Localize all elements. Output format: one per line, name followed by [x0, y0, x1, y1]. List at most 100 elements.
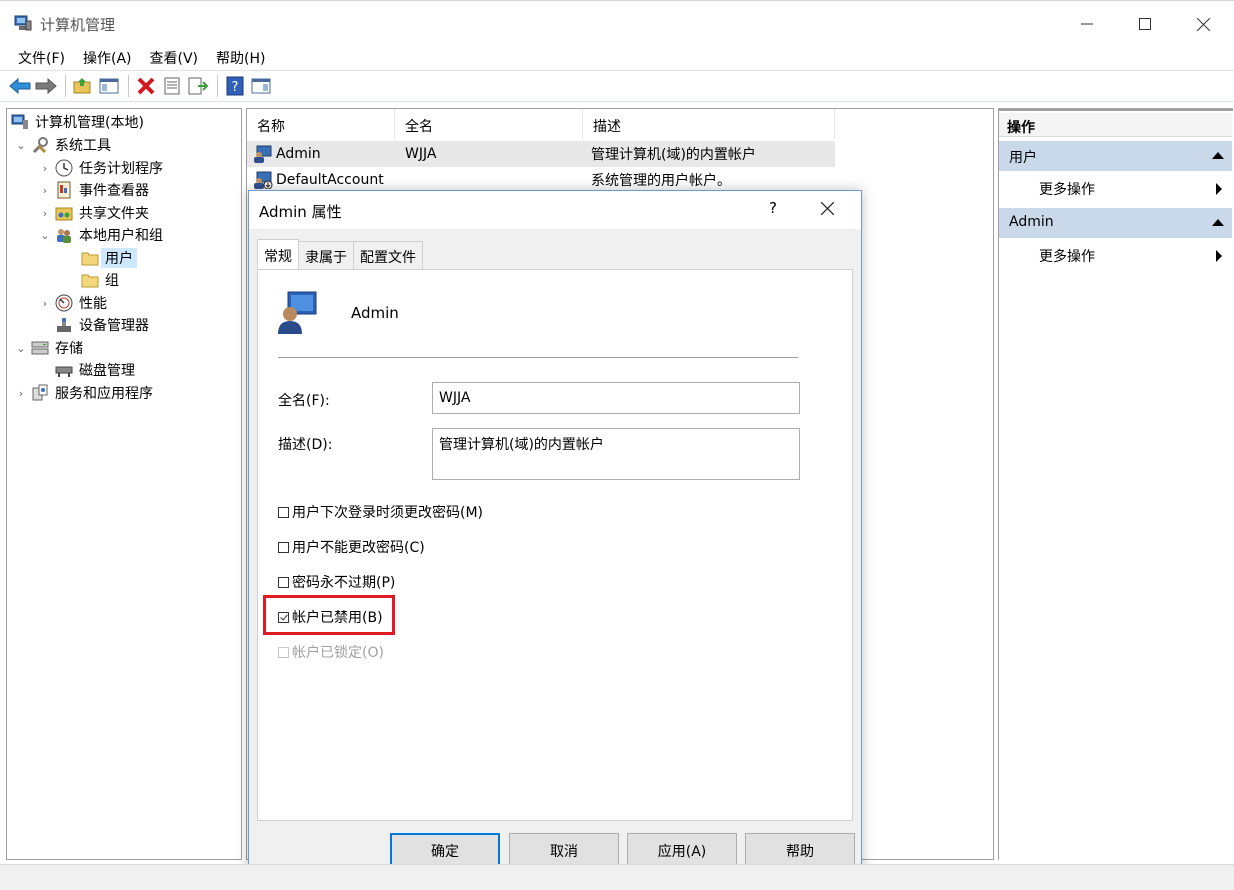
actions-pane: 操作 用户 更多操作 Admin 更多操作: [998, 108, 1233, 860]
toolbar-separator: [217, 75, 218, 97]
chevron-down-icon[interactable]: ⌄: [15, 342, 27, 355]
tree-item-system-tools[interactable]: ⌄ 系统工具: [15, 134, 111, 156]
user-icon: [254, 145, 272, 163]
admin-properties-dialog: Admin 属性 ? 常规 隶属于 配置文件 Admin 全名(F): 描述(D…: [248, 190, 862, 878]
tree-label: 设备管理器: [79, 318, 149, 334]
checkbox-box[interactable]: [278, 541, 289, 553]
help-button[interactable]: ?: [223, 74, 247, 98]
list-row-admin[interactable]: Admin WJJA 管理计算机(域)的内置帐户: [247, 141, 835, 167]
action-pane-icon: [251, 78, 271, 94]
chevron-right-icon[interactable]: ›: [39, 184, 51, 197]
console-tree-icon: [99, 78, 119, 94]
menu-bar: 文件(F) 操作(A) 查看(V) 帮助(H): [0, 44, 1234, 70]
general-tab-panel: Admin 全名(F): 描述(D): 管理计算机(域)的内置帐户 用户下次登录…: [257, 269, 853, 821]
maximize-button[interactable]: [1122, 7, 1168, 41]
performance-gauge-icon: [55, 294, 73, 312]
clock-icon: [55, 159, 73, 177]
properties-button[interactable]: [160, 74, 184, 98]
action-label: 更多操作: [1039, 249, 1095, 265]
dialog-help-button[interactable]: ?: [769, 199, 777, 217]
menu-view[interactable]: 查看(V): [140, 44, 207, 70]
checkbox-must-change-password[interactable]: 用户下次登录时须更改密码(M): [278, 501, 483, 523]
tree-item-shared-folders[interactable]: › 共享文件夹: [39, 202, 149, 224]
toolbar-separator: [128, 75, 129, 97]
menu-help[interactable]: 帮助(H): [206, 44, 273, 70]
menu-action[interactable]: 操作(A): [73, 44, 140, 70]
checkbox-cannot-change-password[interactable]: 用户不能更改密码(C): [278, 536, 425, 558]
tree-item-device-manager[interactable]: 设备管理器: [55, 314, 149, 336]
tree-item-storage[interactable]: ⌄ 存储: [15, 337, 83, 359]
tree-item-performance[interactable]: › 性能: [39, 292, 107, 314]
tab-general[interactable]: 常规: [257, 239, 299, 269]
action-label: 更多操作: [1039, 182, 1095, 198]
tree-label: 共享文件夹: [79, 206, 149, 222]
back-button[interactable]: [8, 74, 32, 98]
cell-fullname: WJJA: [405, 146, 437, 162]
show-hide-console-tree-button[interactable]: [97, 74, 121, 98]
title-bar: 计算机管理: [0, 0, 1234, 44]
dialog-tabs: 常规 隶属于 配置文件: [257, 239, 423, 269]
more-actions-admin[interactable]: 更多操作: [999, 240, 1232, 268]
tree-label: 组: [105, 273, 119, 289]
folder-icon: [81, 271, 99, 289]
tree-label: 任务计划程序: [79, 161, 163, 177]
submenu-arrow-icon: [1216, 183, 1222, 195]
tree-item-root[interactable]: 计算机管理(本地): [11, 111, 144, 133]
actions-section-admin[interactable]: Admin: [999, 208, 1232, 238]
column-header-fullname[interactable]: 全名: [395, 109, 583, 139]
device-manager-icon: [55, 316, 73, 334]
checkbox-password-never-expires[interactable]: 密码永不过期(P): [278, 571, 395, 593]
dialog-title-bar: Admin 属性 ?: [249, 191, 861, 229]
maximize-icon: [1139, 18, 1151, 30]
chevron-down-icon[interactable]: ⌄: [15, 139, 27, 152]
highlight-annotation-box: [263, 595, 395, 635]
forward-button[interactable]: [34, 74, 58, 98]
column-header-name[interactable]: 名称: [247, 109, 395, 139]
tree-label: 事件查看器: [79, 183, 149, 199]
tab-profile[interactable]: 配置文件: [353, 241, 423, 269]
show-hide-action-pane-button[interactable]: [249, 74, 273, 98]
chevron-right-icon[interactable]: ›: [39, 207, 51, 220]
section-label: 用户: [1009, 150, 1037, 166]
chevron-right-icon[interactable]: ›: [39, 162, 51, 175]
export-list-button[interactable]: [186, 74, 210, 98]
checkbox-box[interactable]: [278, 576, 289, 588]
shared-folder-icon: [55, 204, 73, 222]
close-button[interactable]: [1180, 7, 1226, 41]
users-group-icon: [55, 226, 73, 244]
disk-icon: [55, 361, 73, 379]
delete-button[interactable]: [134, 74, 158, 98]
status-bar: [0, 864, 1234, 890]
properties-icon: [164, 77, 180, 95]
tree-item-disk-management[interactable]: 磁盘管理: [55, 359, 135, 381]
list-header: 名称 全名 描述: [247, 109, 835, 139]
chevron-right-icon[interactable]: ›: [39, 297, 51, 310]
actions-section-users[interactable]: 用户: [999, 141, 1232, 171]
actions-header: 操作: [999, 113, 1232, 137]
cell-description: 管理计算机(域)的内置帐户: [591, 147, 756, 163]
minimize-button[interactable]: [1064, 7, 1110, 41]
tree-item-local-users-groups[interactable]: ⌄ 本地用户和组: [39, 224, 163, 246]
tree-item-services-apps[interactable]: › 服务和应用程序: [15, 382, 153, 404]
user-account-icon: [278, 291, 317, 334]
tree-item-users[interactable]: 用户: [81, 247, 137, 269]
checkbox-label: 用户不能更改密码(C): [292, 540, 425, 556]
description-input[interactable]: 管理计算机(域)的内置帐户: [432, 428, 800, 480]
checkbox-box[interactable]: [278, 506, 289, 518]
fullname-input[interactable]: [432, 382, 800, 414]
column-header-description[interactable]: 描述: [583, 109, 835, 139]
chevron-down-icon[interactable]: ⌄: [39, 229, 51, 242]
menu-file[interactable]: 文件(F): [0, 44, 73, 70]
tree-item-task-scheduler[interactable]: › 任务计划程序: [39, 157, 163, 179]
more-actions-users[interactable]: 更多操作: [999, 173, 1232, 201]
tree-item-event-viewer[interactable]: › 事件查看器: [39, 179, 149, 201]
tab-member-of[interactable]: 隶属于: [298, 241, 354, 269]
dialog-close-button[interactable]: [820, 199, 835, 220]
up-level-button[interactable]: [71, 74, 95, 98]
chevron-right-icon[interactable]: ›: [15, 387, 27, 400]
delete-x-icon: [137, 77, 155, 95]
checkbox-account-locked: 帐户已锁定(O): [278, 641, 384, 663]
tree-item-groups[interactable]: 组: [81, 269, 119, 291]
close-icon: [1196, 17, 1210, 31]
cell-description: 系统管理的用户帐户。: [591, 173, 731, 189]
